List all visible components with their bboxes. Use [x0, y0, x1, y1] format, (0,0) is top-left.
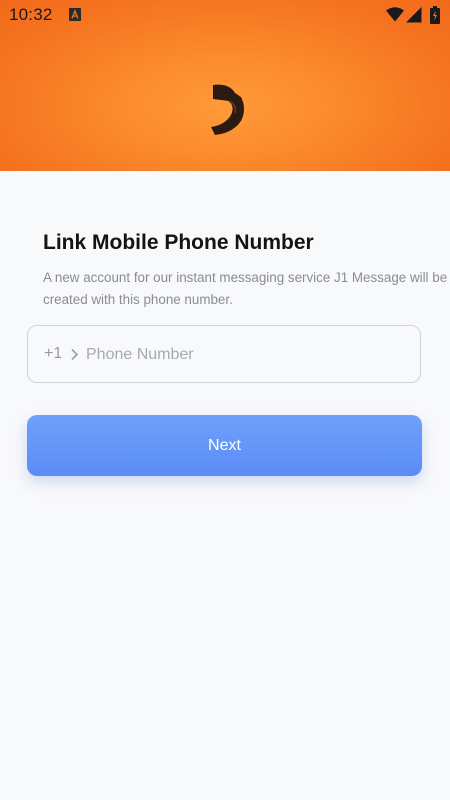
page-title: Link Mobile Phone Number: [43, 231, 314, 254]
header-banner: 10:32: [0, 0, 450, 171]
status-time: 10:32: [9, 5, 53, 24]
phone-number-input[interactable]: [86, 340, 386, 370]
country-code-selector[interactable]: +1: [44, 345, 62, 363]
notification-a-icon: [69, 8, 81, 21]
status-bar: 10:32: [0, 0, 450, 32]
chevron-right-icon[interactable]: [70, 348, 79, 366]
battery-icon: [430, 6, 440, 29]
next-button[interactable]: Next: [27, 415, 422, 476]
cell-signal-icon: [406, 7, 422, 28]
wifi-icon: [386, 7, 404, 27]
page-description: A new account for our instant messaging …: [43, 270, 448, 307]
app-logo-icon: [205, 83, 247, 142]
phone-number-field[interactable]: +1: [27, 325, 421, 383]
